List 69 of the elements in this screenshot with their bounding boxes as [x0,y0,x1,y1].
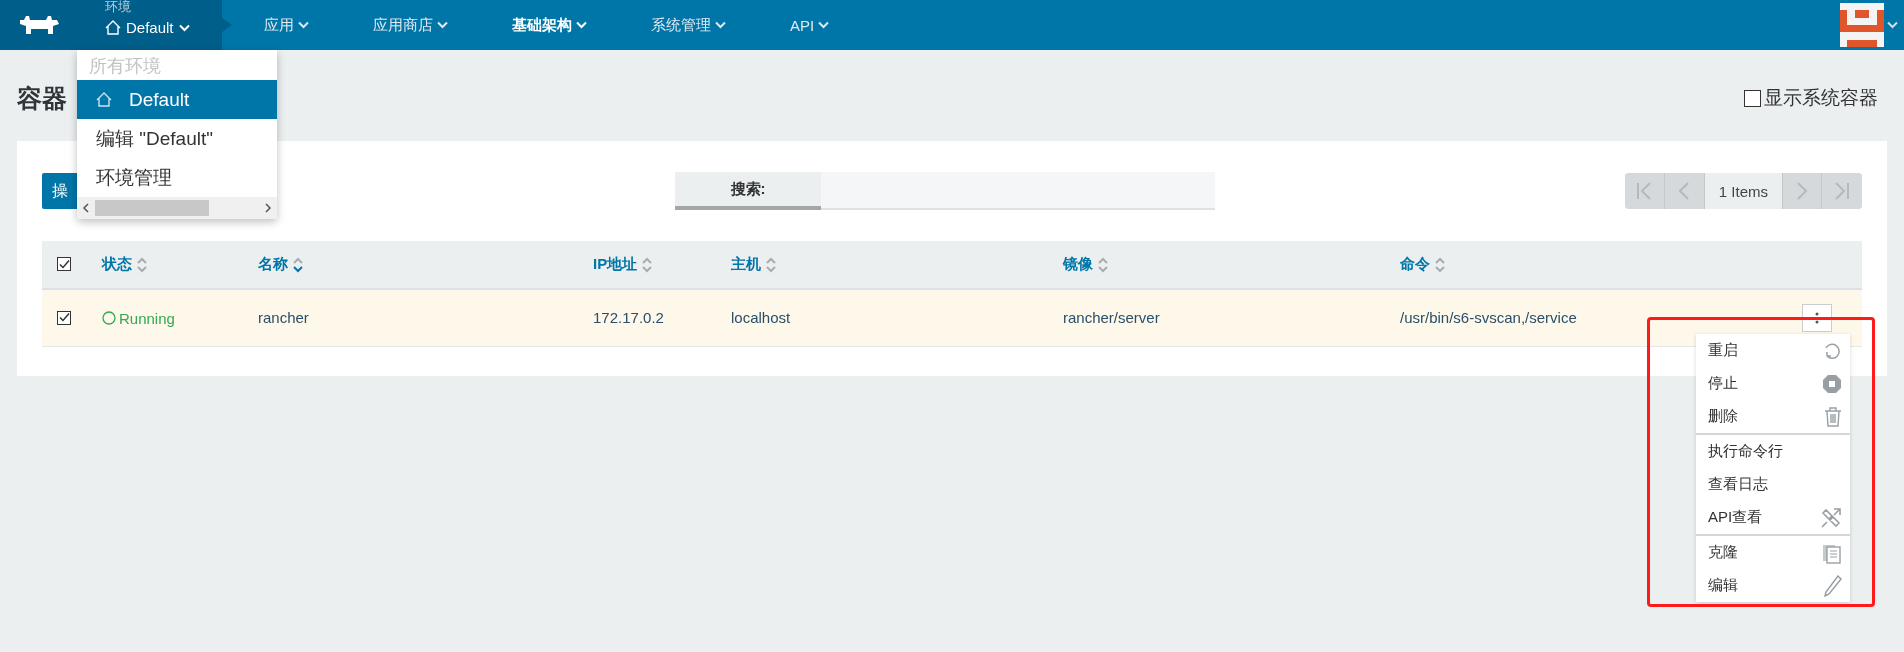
environment-label: 环境 [105,0,132,14]
search-field[interactable] [821,172,1215,210]
status-text: Running [119,309,175,327]
column-header[interactable]: 名称 [258,255,288,274]
caret-icon [178,23,190,32]
nav-menu-item[interactable]: API [772,15,848,35]
caret-icon [1887,21,1898,29]
first-page-button[interactable] [1624,173,1665,209]
caret-icon [576,21,587,29]
caret-icon [298,21,309,29]
item-count: 1 Items [1704,173,1782,209]
row-actions-button[interactable] [1802,304,1832,332]
show-system-containers-checkbox[interactable]: 显示系统容器 [1744,85,1878,111]
dropdown-item[interactable]: Default [77,80,277,119]
sort-icon[interactable] [1435,256,1445,273]
menu-item[interactable]: API查看 [1696,501,1850,534]
table-cell: /usr/bin/s6-svscan,/service [1400,309,1577,326]
dropdown-item[interactable]: 编辑 "Default" [77,119,277,158]
column-header[interactable]: 主机 [731,255,761,274]
chevron-left-icon [1678,182,1691,200]
nav-menu-item[interactable]: 应用 [246,15,327,35]
table-cell: 172.17.0.2 [593,309,664,326]
menu-item[interactable]: 执行命令行 [1696,435,1850,468]
nav-menu-item[interactable]: 系统管理 [633,15,744,35]
sort-icon[interactable] [293,256,303,273]
trash-icon [1824,406,1842,427]
caret-icon [715,21,726,29]
rancher-logo[interactable] [17,14,60,36]
table-cell: localhost [731,309,791,326]
menu-item[interactable]: 查看日志 [1696,468,1850,501]
caret-icon [818,21,830,29]
horizontal-scrollbar[interactable] [77,197,277,219]
dropdown-header: 所有环境 [88,55,162,78]
home-icon [105,20,121,35]
checkbox[interactable] [57,257,71,271]
table-cell: rancher [258,309,309,326]
home-icon [96,92,112,107]
sort-icon[interactable] [766,256,776,273]
chevron-right-icon [1796,182,1808,200]
table-cell: rancher/server [1063,309,1160,326]
checkbox[interactable] [1744,89,1761,107]
column-header[interactable]: 状态 [102,255,132,274]
menu-item[interactable]: 停止 [1696,367,1850,400]
search-label: 搜索: [675,172,821,210]
sort-icon[interactable] [137,256,147,273]
status-circle-icon [102,311,116,325]
sort-icon[interactable] [642,256,653,273]
column-header[interactable]: 镜像 [1063,255,1093,274]
environment-selector[interactable]: Default [105,19,222,36]
first-page-icon [1636,182,1653,200]
last-page-icon [1834,182,1850,200]
sort-icon[interactable] [1098,256,1108,273]
stop-icon [1822,373,1842,394]
next-page-button[interactable] [1782,173,1822,209]
kebab-icon [1815,311,1819,325]
nav-menu-item[interactable]: 基础架构 [494,15,605,35]
caret-icon [437,21,448,29]
menu-item[interactable]: 克隆 [1696,536,1850,569]
nav-menu-item[interactable]: 应用商店 [355,15,466,35]
column-header[interactable]: IP地址 [593,255,638,274]
column-header[interactable]: 命令 [1400,255,1430,274]
menu-item[interactable]: 编辑 [1696,569,1850,602]
checkbox-label: 显示系统容器 [1764,86,1878,110]
link-icon [1820,506,1842,529]
checkbox[interactable] [57,310,71,325]
page-title: 容器 [17,82,67,114]
pencil-icon [1824,574,1842,597]
menu-item[interactable]: 删除 [1696,400,1850,433]
avatar-icon[interactable] [1839,3,1885,47]
